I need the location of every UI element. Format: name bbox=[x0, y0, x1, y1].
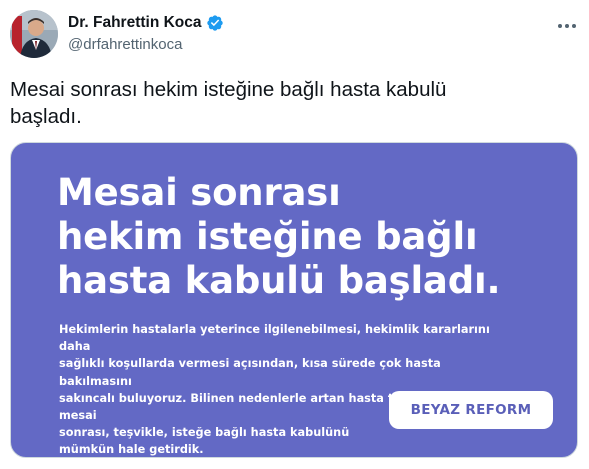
tweet-text-line: Mesai sonrası hekim isteğine bağlı hasta… bbox=[10, 78, 447, 101]
tweet-header: Dr. Fahrettin Koca @drfahrettinkoca bbox=[10, 8, 579, 64]
display-name[interactable]: Dr. Fahrettin Koca bbox=[68, 14, 202, 32]
media-body-text: Hekimlerin hastalarla yeterince ilgilene… bbox=[59, 321, 499, 457]
headline-line: hekim isteğine bağlı bbox=[57, 215, 478, 258]
tweet: Dr. Fahrettin Koca @drfahrettinkoca Mesa… bbox=[0, 0, 589, 469]
body-line: mümkün hale getirdik. bbox=[59, 443, 204, 457]
avatar[interactable] bbox=[10, 10, 58, 58]
more-horizontal-icon[interactable] bbox=[555, 16, 579, 36]
headline-line: hasta kabulü başladı. bbox=[57, 259, 501, 302]
verified-badge-icon bbox=[206, 14, 224, 32]
tweet-media-image[interactable]: Mesai sonrası hekim isteğine bağlı hasta… bbox=[10, 142, 578, 458]
media-headline: Mesai sonrası hekim isteğine bağlı hasta… bbox=[57, 171, 557, 303]
handle[interactable]: @drfahrettinkoca bbox=[68, 36, 224, 53]
avatar-image bbox=[10, 10, 58, 58]
beyaz-reform-badge: BEYAZ REFORM bbox=[389, 391, 553, 429]
name-row: Dr. Fahrettin Koca bbox=[68, 12, 224, 34]
tweet-text: Mesai sonrası hekim isteğine bağlı hasta… bbox=[10, 76, 550, 130]
body-line: sağlıklı koşullarda vermesi açısından, k… bbox=[59, 357, 441, 388]
headline-line: Mesai sonrası bbox=[57, 171, 341, 214]
author-names: Dr. Fahrettin Koca @drfahrettinkoca bbox=[68, 12, 224, 53]
tweet-text-line: başladı. bbox=[10, 105, 82, 128]
body-line: Hekimlerin hastalarla yeterince ilgilene… bbox=[59, 323, 490, 354]
